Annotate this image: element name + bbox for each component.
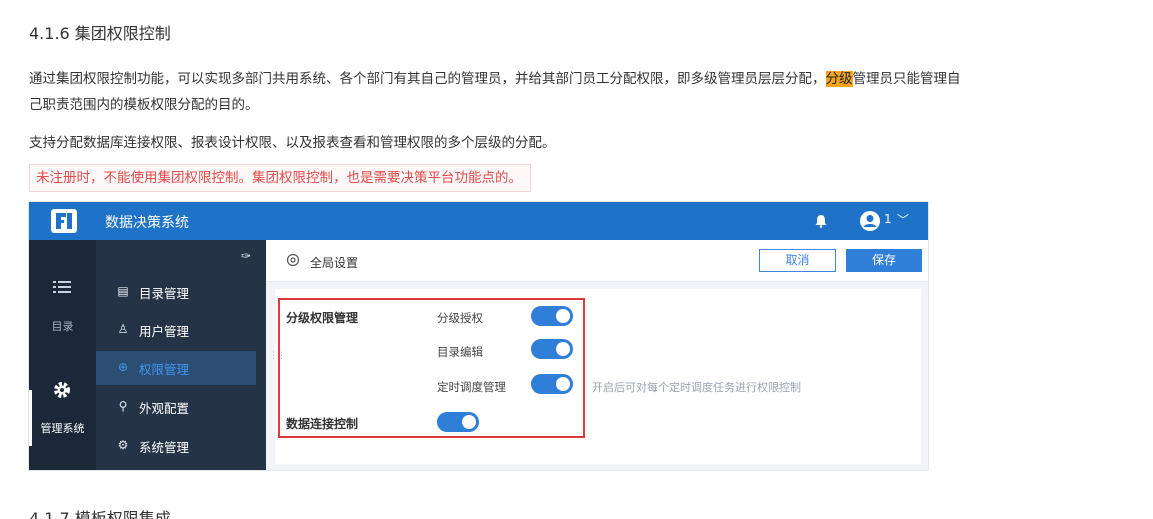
settings-icon: ⚙: [117, 438, 129, 452]
schedule-hint: 开启后可对每个定时调度任务进行权限控制: [592, 381, 801, 394]
sidebar-item-system[interactable]: ⚙ 系统管理: [96, 429, 256, 463]
bell-icon[interactable]: [814, 214, 828, 228]
toggle-catalog-edit[interactable]: [531, 339, 573, 359]
sidebar-menu: ✑ ▤ 目录管理 ♙ 用户管理 ⊕ 权限管理 ⚲ 外观配置 ⚙ 系统管理: [96, 240, 266, 470]
toggle-grading[interactable]: [531, 306, 573, 326]
app-title: 数据决策系统: [105, 215, 189, 231]
intro-paragraph: 通过集团权限控制功能，可以实现多部门共用系统、各个部门有其自己的管理员，并给其部…: [29, 66, 1124, 118]
content-toolbar: 全局设置 取消 保存: [266, 240, 928, 282]
rail-active-indicator: [29, 390, 32, 446]
gear-icon[interactable]: [53, 381, 71, 399]
next-section-heading: 4.1.7 模板权限集成: [29, 509, 171, 519]
warning-note: 未注册时，不能使用集团权限控制。集团权限控制，也是需要决策平台功能点的。: [29, 164, 531, 192]
sidebar-item-users[interactable]: ♙ 用户管理: [96, 313, 256, 347]
user-name[interactable]: 1: [884, 212, 892, 226]
breadcrumb: 全局设置: [310, 256, 359, 270]
rail-label-admin[interactable]: 管理系统: [29, 420, 96, 436]
rail-label-catalog[interactable]: 目录: [29, 318, 96, 334]
toggle-schedule[interactable]: [531, 374, 573, 394]
sidebar-item-catalog[interactable]: ▤ 目录管理: [96, 275, 256, 309]
group-title: 分级权限管理: [286, 311, 359, 325]
toggle-data-connection[interactable]: [437, 412, 479, 432]
setting-label-catalog-edit: 目录编辑: [437, 345, 483, 359]
appearance-icon: ⚲: [118, 399, 128, 413]
setting-label-schedule: 定时调度管理: [437, 380, 506, 394]
intro-text-line2: 己职责范围内的模板权限分配的目的。: [29, 97, 259, 113]
catalog-icon: ▤: [117, 284, 129, 298]
save-button[interactable]: 保存: [846, 249, 922, 272]
app-topbar: 数据决策系统 1 ﹀: [29, 202, 928, 240]
user-icon: ♙: [117, 322, 129, 336]
main-content: 全局设置 取消 保存 ⋮⋮ 分级权限管理 分级授权 目录编辑 定时调度管理 开启…: [266, 240, 928, 470]
chevron-down-icon[interactable]: ﹀: [897, 211, 909, 228]
search-highlight: 分级: [825, 71, 853, 87]
settings-panel: ⋮⋮ 分级权限管理 分级授权 目录编辑 定时调度管理 开启后可对每个定时调度任务…: [269, 289, 921, 464]
setting-label-grading: 分级授权: [437, 311, 483, 325]
section-heading: 4.1.6 集团权限控制: [29, 24, 171, 43]
data-connection-title: 数据连接控制: [286, 417, 359, 431]
embedded-screenshot: 数据决策系统 1 ﹀ 目录 管理系统 ✑ ▤ 目录管理 ♙ 用户管理 ⊕ 权限管…: [28, 201, 929, 471]
support-paragraph: 支持分配数据库连接权限、报表设计权限、以及报表查看和管理权限的多个层级的分配。: [29, 135, 556, 151]
lock-icon: ⊕: [117, 360, 129, 374]
icon-rail: 目录 管理系统: [29, 240, 96, 470]
pin-icon[interactable]: ✑: [241, 249, 251, 263]
cancel-button[interactable]: 取消: [759, 249, 836, 272]
app-logo-icon: [51, 209, 77, 233]
intro-text: 通过集团权限控制功能，可以实现多部门共用系统、各个部门有其自己的管理员，并给其部…: [29, 71, 826, 87]
sidebar-item-appearance[interactable]: ⚲ 外观配置: [96, 390, 256, 424]
list-icon[interactable]: [53, 280, 71, 294]
global-settings-icon: [286, 253, 300, 267]
user-avatar-icon[interactable]: [860, 211, 880, 231]
intro-text-rest: 管理员只能管理自: [852, 71, 961, 87]
sidebar-item-permissions[interactable]: ⊕ 权限管理: [96, 351, 256, 385]
